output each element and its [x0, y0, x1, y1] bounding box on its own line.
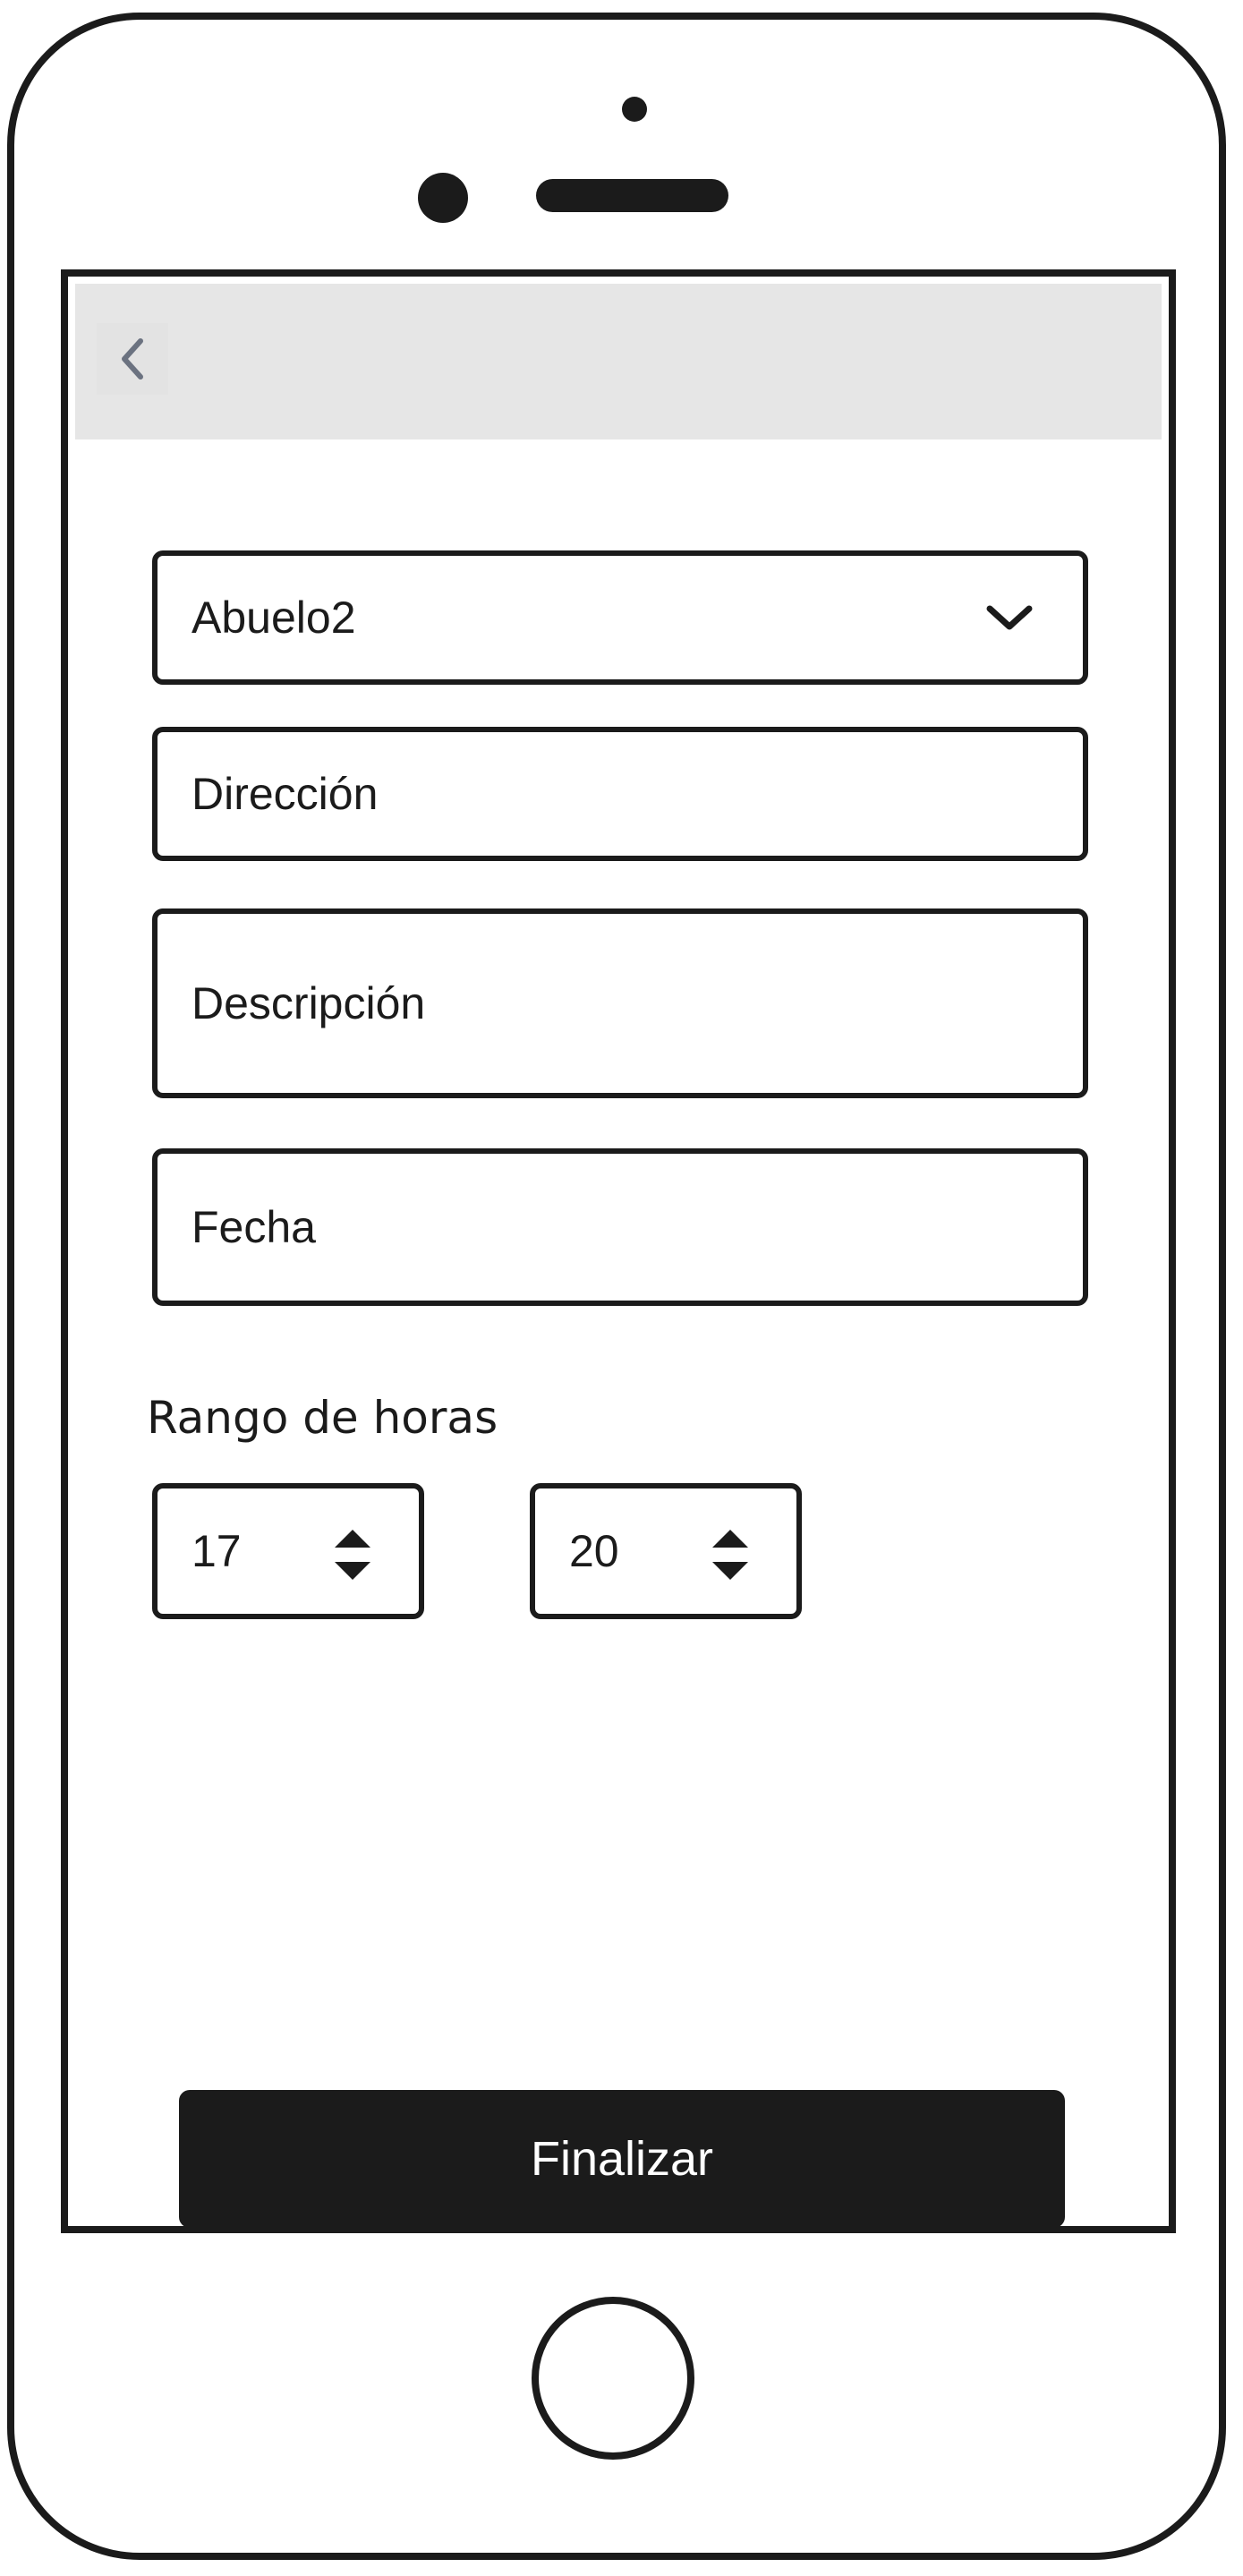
date-field[interactable]: Fecha	[152, 1148, 1088, 1306]
address-placeholder: Dirección	[192, 769, 379, 819]
app-header	[75, 284, 1162, 439]
description-field[interactable]: Descripción	[152, 908, 1088, 1098]
earpiece-speaker	[536, 179, 728, 212]
person-select[interactable]: Abuelo2	[152, 550, 1088, 685]
address-field[interactable]: Dirección	[152, 727, 1088, 861]
hour-from-stepper[interactable]: 17	[152, 1483, 424, 1619]
proximity-sensor	[622, 97, 647, 122]
up-down-arrows-icon[interactable]	[711, 1528, 750, 1582]
person-select-value: Abuelo2	[192, 593, 356, 643]
chevron-down-icon	[986, 605, 1033, 630]
app-screen: Abuelo2 Dirección Descripción Fecha Rang…	[61, 269, 1176, 2233]
home-button[interactable]	[532, 2297, 694, 2460]
up-down-arrows-icon[interactable]	[333, 1528, 372, 1582]
hour-to-value: 20	[569, 1526, 619, 1576]
hour-range-label: Rango de horas	[147, 1392, 498, 1444]
back-button[interactable]	[97, 323, 168, 395]
hour-from-value: 17	[192, 1526, 242, 1576]
hour-to-stepper[interactable]: 20	[530, 1483, 802, 1619]
chevron-left-icon	[122, 338, 143, 380]
description-placeholder: Descripción	[192, 978, 426, 1028]
date-placeholder: Fecha	[192, 1202, 316, 1252]
finish-button[interactable]: Finalizar	[179, 2090, 1065, 2226]
front-camera	[418, 173, 468, 223]
